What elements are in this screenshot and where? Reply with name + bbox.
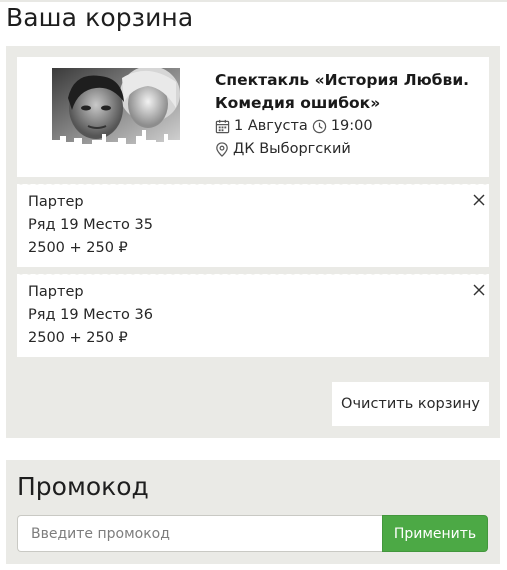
ticket-item: Партер Ряд 19 Место 35 2500 + 250 ₽ bbox=[17, 185, 489, 267]
ticket-perforation bbox=[17, 177, 489, 185]
ticket-price: 2500 + 250 ₽ bbox=[28, 240, 128, 256]
ticket-item: Партер Ряд 19 Место 36 2500 + 250 ₽ bbox=[17, 275, 489, 357]
event-time: 19:00 bbox=[330, 118, 373, 134]
event-venue: ДК Выборгский bbox=[233, 141, 351, 157]
location-pin-icon bbox=[216, 142, 228, 157]
ticket-section: Партер bbox=[28, 284, 84, 300]
clock-icon bbox=[312, 119, 327, 134]
apply-promo-button[interactable]: Применить bbox=[382, 515, 488, 552]
event-name-line-2: Комедия ошибок» bbox=[215, 94, 381, 112]
ticket-section: Партер bbox=[28, 194, 84, 210]
calendar-icon bbox=[215, 119, 230, 134]
event-venue-row: ДК Выборгский bbox=[215, 138, 485, 161]
promo-title: Промокод bbox=[17, 472, 149, 501]
ticket-seat: Ряд 19 Место 35 bbox=[28, 217, 153, 233]
clear-cart-button[interactable]: Очистить корзину bbox=[332, 382, 489, 426]
event-card: Спектакль «История Любви. Комедия ошибок… bbox=[17, 57, 489, 177]
event-poster-image bbox=[52, 68, 180, 150]
promo-panel: Промокод Применить bbox=[6, 460, 500, 564]
promo-code-input[interactable] bbox=[17, 515, 382, 552]
cart-panel: Спектакль «История Любви. Комедия ошибок… bbox=[6, 46, 500, 438]
ticket-seat: Ряд 19 Место 36 bbox=[28, 307, 153, 323]
event-info: Спектакль «История Любви. Комедия ошибок… bbox=[215, 69, 485, 161]
remove-ticket-close-icon[interactable] bbox=[471, 282, 487, 298]
ticket-perforation bbox=[17, 267, 489, 275]
event-datetime: 1 Августа 19:00 bbox=[215, 115, 485, 138]
event-date: 1 Августа bbox=[234, 118, 308, 134]
top-divider bbox=[0, 0, 507, 2]
remove-ticket-close-icon[interactable] bbox=[471, 192, 487, 208]
cart-title: Ваша корзина bbox=[6, 3, 194, 32]
event-name-line-1: Спектакль «История Любви. bbox=[215, 71, 470, 89]
ticket-price: 2500 + 250 ₽ bbox=[28, 330, 128, 346]
